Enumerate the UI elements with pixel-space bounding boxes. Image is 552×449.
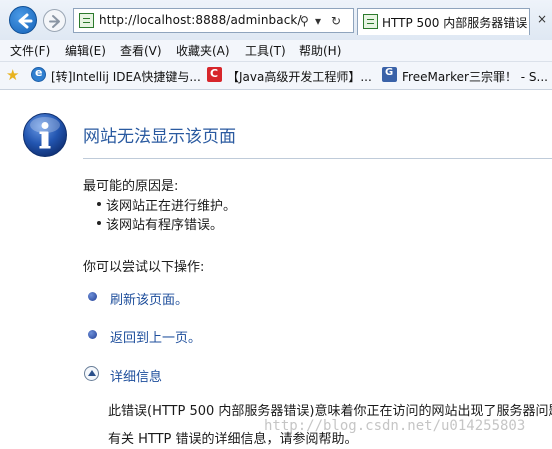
address-text: http://localhost:8888/adminback/ [99,13,302,27]
browser-toolbar: http://localhost:8888/adminback/ ⚲ ▾ ↻ H… [0,0,552,40]
tab-favicon-icon [363,14,378,29]
title-divider [83,158,552,159]
menu-favorites[interactable]: 收藏夹(A) [176,42,230,59]
collapse-details-icon[interactable] [84,366,99,381]
tab-active[interactable]: HTTP 500 内部服务器错误 [357,8,530,35]
bullet-icon [88,330,97,339]
go-back-link[interactable]: 返回到上一页。 [110,327,201,346]
reason-item: 该网站正在进行维护。 [96,195,236,214]
page-favicon-icon [79,13,94,28]
menu-help[interactable]: 帮助(H) [299,42,341,59]
tab-close-icon[interactable]: × [537,12,547,26]
search-icon[interactable]: ⚲ [300,14,309,28]
arrow-right-icon [49,15,60,28]
favorites-bar: ★ [转]Intellij IDEA快捷键与... 【Java高级开发工程师】.… [0,62,552,90]
details-text: 此错误(HTTP 500 内部服务器错误)意味着你正在访问的网站出现了服务器问题 [108,404,552,419]
menu-tools[interactable]: 工具(T) [245,42,286,59]
csdn-icon [207,67,222,82]
arrow-left-icon [18,13,33,29]
details-toggle-link[interactable]: 详细信息 [110,366,162,385]
actions-label: 你可以尝试以下操作: [83,260,205,275]
back-button[interactable] [9,6,37,34]
menu-file[interactable]: 文件(F) [10,42,50,59]
bullet-icon [88,292,97,301]
ie-icon [31,66,46,82]
info-icon [23,113,67,157]
reason-item: 该网站有程序错误。 [96,214,223,233]
page-title: 网站无法显示该页面 [83,127,236,147]
favorite-link-2[interactable]: 【Java高级开发工程师】... [227,68,372,85]
favorite-link-3[interactable]: FreeMarker三宗罪！ - S... [402,68,548,85]
menu-view[interactable]: 查看(V) [120,42,162,59]
forward-button[interactable] [43,9,66,32]
refresh-icon[interactable]: ↻ [331,14,341,28]
favorites-star-icon[interactable]: ★ [6,66,19,84]
reasons-label: 最可能的原因是: [83,179,179,194]
dropdown-arrow-icon[interactable]: ▾ [315,14,321,28]
menu-bar: 文件(F) 编辑(E) 查看(V) 收藏夹(A) 工具(T) 帮助(H) [0,40,552,62]
watermark: http://blog.csdn.net/u014255803 [264,418,526,434]
favorite-link-1[interactable]: [转]Intellij IDEA快捷键与... [51,68,201,85]
menu-edit[interactable]: 编辑(E) [65,42,106,59]
refresh-page-link[interactable]: 刷新该页面。 [110,289,188,308]
site-icon [382,67,397,82]
address-bar[interactable]: http://localhost:8888/adminback/ ⚲ ▾ ↻ [73,8,354,33]
tab-title: HTTP 500 内部服务器错误 [382,16,528,30]
